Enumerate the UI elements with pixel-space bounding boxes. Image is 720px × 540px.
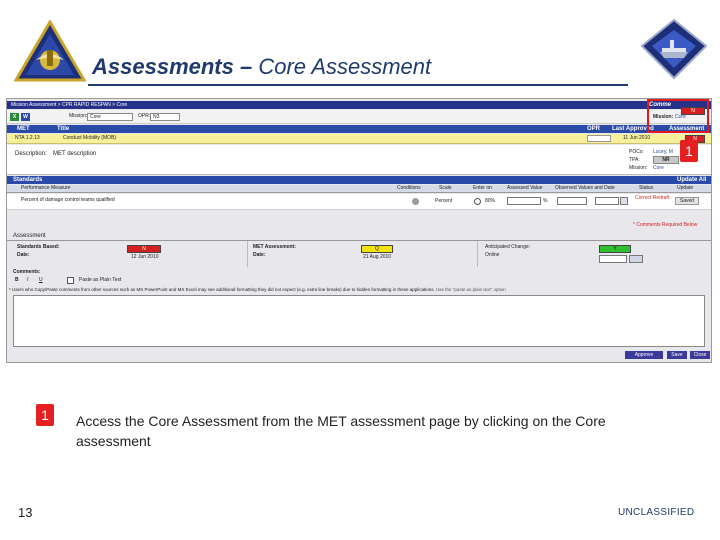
italic-format-button[interactable]: I — [27, 277, 28, 284]
scale-value: Percent — [435, 198, 453, 204]
paste-plain-label: Paste as Plain Text — [79, 277, 122, 283]
anticipated-change-label: Anticipated Change: — [485, 244, 531, 250]
assessment-section-title: Assessment — [13, 233, 46, 239]
standards-date-label: Date: — [17, 252, 30, 258]
col-observed-values: Observed Values and Date — [555, 185, 615, 191]
assessed-value-input[interactable] — [507, 197, 541, 205]
standards-title: Standards — [13, 177, 43, 183]
conditions-icon[interactable] — [412, 198, 419, 205]
col-conditions: Conditions — [397, 185, 421, 191]
command-logo-left-icon — [14, 20, 86, 82]
comments-required-note: * Comments Required Below — [633, 222, 698, 228]
page-number: 13 — [18, 505, 33, 520]
mission-short-label: Mission: — [629, 165, 648, 171]
assessment-divider — [7, 240, 711, 241]
met-title: Conduct Mobility (MOB) — [63, 135, 117, 141]
app-header-bar: Mission Assessment > CPR RAPID RESPAN > … — [7, 101, 711, 109]
core-assessment-callout — [647, 99, 709, 133]
pocs-value[interactable]: Lucey, M — [653, 149, 673, 156]
assessment-col-divider-2 — [477, 241, 478, 267]
core-assessment-screenshot: Mission Assessment > CPR RAPID RESPAN > … — [6, 98, 712, 363]
paste-plain-checkbox[interactable] — [67, 277, 74, 284]
description-panel: Description: MET description POCs: Lucey… — [7, 145, 711, 175]
comments-label: Comments: — [13, 269, 41, 275]
bold-format-button[interactable]: B — [15, 277, 19, 284]
met-table-row[interactable]: NTA 1.2.13 Conduct Mobility (MOB) 11 Jun… — [7, 134, 711, 144]
tpa-value: NR — [653, 156, 679, 164]
paste-warning-tail: Use the "paste as plain text" option — [435, 287, 506, 292]
comments-textarea[interactable] — [13, 295, 705, 347]
step-marker: 1 — [36, 404, 54, 426]
classification-label: UNCLASSIFIED — [618, 507, 695, 518]
anticipated-date-button[interactable] — [629, 255, 643, 263]
opr-col-header: OPR — [587, 126, 601, 132]
paste-warning-note: * Users who Copy/Paste comments from oth… — [9, 286, 709, 294]
col-status: Status — [639, 185, 654, 191]
met-assessment-label: MET Assessment: — [253, 244, 296, 250]
col-update: Update — [677, 185, 694, 191]
standards-date: 12 Jun 2010 — [131, 254, 159, 260]
tpa-label: TPA: — [629, 157, 640, 163]
anticipated-change-select[interactable]: Y — [599, 245, 631, 253]
standards-header: Standards Update All — [7, 176, 711, 184]
anticipated-date-input[interactable] — [599, 255, 627, 263]
status-value: Correct Redraft — [635, 195, 670, 201]
assessment-col-divider-1 — [247, 241, 248, 267]
mission-label: Mission: — [69, 113, 88, 119]
title-underline — [88, 84, 628, 86]
command-logo-right-icon — [640, 18, 708, 80]
col-enter-on: Enter on — [473, 185, 492, 191]
underline-format-button[interactable]: U — [39, 277, 43, 284]
app-toolbar: X W Mission: Core OPR: N3 Mission: Core — [7, 110, 711, 124]
anticipated-sub-label: Online — [485, 252, 500, 258]
opr-label: OPR: — [138, 113, 151, 119]
breadcrumb: Mission Assessment > CPR RAPID RESPAN > … — [11, 102, 128, 108]
col-performance-measure: Performance Measure — [21, 185, 71, 191]
step-description: Access the Core Assessment from the MET … — [76, 413, 606, 449]
standards-based-label: Standards Based: — [17, 244, 60, 250]
mission-select[interactable]: Core — [87, 113, 133, 121]
calendar-icon[interactable] — [620, 197, 628, 205]
met-opr-field — [587, 135, 611, 142]
mission-short-value[interactable]: Core — [653, 165, 664, 172]
slide-title-bold: Assessments – — [92, 54, 253, 79]
met-number: NTA 1.2.13 — [15, 135, 40, 141]
met-col-header: MET — [17, 126, 30, 132]
update-all-button[interactable]: Update All — [677, 176, 706, 184]
pocs-label: POCs: — [629, 149, 644, 155]
opr-select[interactable]: N3 — [150, 113, 180, 121]
met-table-header: MET Title OPR Last Approved Assessment — [7, 125, 711, 133]
assessed-threshold: 80% — [485, 198, 496, 204]
description-label: Description: — [15, 151, 47, 157]
slide-title-rest: Core Assessment — [258, 54, 432, 79]
col-assessed-value: Assessed Value — [507, 185, 543, 191]
performance-measure: Percent of damage control teams qualifie… — [21, 197, 115, 203]
standards-based-badge: N — [127, 245, 161, 253]
slide-title: Assessments – Core Assessment — [92, 54, 431, 80]
met-date: 11 Jun 2010 — [623, 135, 651, 141]
observed-value-input[interactable] — [557, 197, 587, 205]
update-saved-label[interactable]: Saved — [675, 197, 699, 205]
col-scale: Scale — [439, 185, 452, 191]
word-export-icon[interactable]: W — [21, 113, 30, 121]
title-col-header: Title — [57, 126, 70, 132]
paste-warning-text: * Users who Copy/Paste comments from oth… — [9, 287, 435, 292]
met-date-label: Date: — [253, 252, 266, 258]
excel-export-icon[interactable]: X — [10, 113, 19, 121]
met-assessment-select[interactable]: Q — [361, 245, 393, 253]
enter-on-radio[interactable] — [474, 198, 481, 205]
save-button[interactable]: Save — [667, 351, 687, 359]
observed-date-input[interactable] — [595, 197, 619, 205]
close-button[interactable]: Close — [690, 351, 710, 359]
standards-column-header: Performance Measure Conditions Scale Ent… — [7, 185, 711, 193]
approve-button[interactable]: Approve — [625, 351, 663, 359]
description-value: MET description — [53, 151, 97, 157]
assessed-unit: % — [543, 198, 548, 204]
met-assessment-date: 21 Aug 2010 — [363, 254, 392, 260]
step-marker-on-screenshot: 1 — [680, 140, 698, 162]
standards-row: Percent of damage control teams qualifie… — [7, 194, 711, 210]
